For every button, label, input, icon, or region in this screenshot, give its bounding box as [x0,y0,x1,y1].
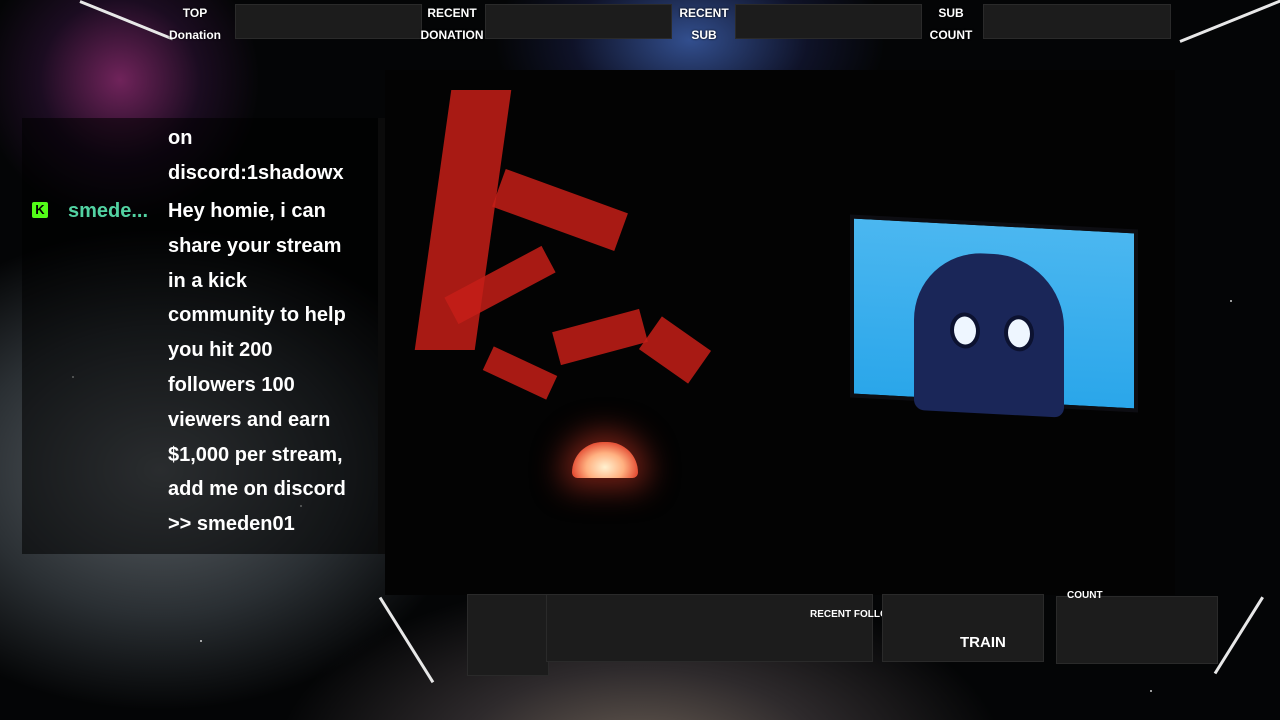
train-box [882,594,1044,662]
stream-overlay-top-bar: TOP Donation RECENT DONATION RECENT SUB … [0,0,1280,44]
frame-line [378,596,435,684]
star [200,640,202,642]
bottom-left-box [467,594,549,676]
red-panel-shape [552,308,648,366]
glowing-lamp [572,442,638,478]
chat-message: Hey homie, i can share your stream in a … [168,200,346,536]
owl-eye [950,311,980,350]
top-donation-label: TOP Donation [169,6,221,42]
sub-count-label: SUB COUNT [929,6,973,42]
count-label: COUNT [1067,590,1103,601]
recent-sub-box [735,4,922,39]
star [1230,300,1232,302]
chat-prev-message-line: discord:1shadowx [168,162,344,184]
monitor-screen [850,214,1138,418]
red-panel-shape [492,168,628,252]
top-donation-box [235,4,422,39]
red-panel-shape [482,346,558,400]
kick-icon: K [32,202,48,218]
recent-follower-box [546,594,873,662]
owl-eye [1004,314,1034,353]
train-label: TRAIN [960,634,1006,651]
owl-image [914,249,1064,418]
sub-count-box [983,4,1171,39]
frame-line [1179,0,1280,43]
count-box [1056,596,1218,664]
webcam-view [385,70,1175,595]
star [1150,690,1152,692]
recent-sub-label: RECENT SUB [679,6,729,42]
chat-panel: on discord:1shadowx K smede... Hey homie… [22,118,386,554]
recent-donation-box [485,4,672,39]
chat-prev-message-line: on [168,127,193,149]
stream-overlay-bottom-bar: RECENT FOLLOWER TRAIN COUNT [378,590,1264,684]
red-panel-shape [638,316,712,384]
chat-username[interactable]: smede... [68,194,148,228]
recent-donation-label: RECENT DONATION [420,6,484,42]
